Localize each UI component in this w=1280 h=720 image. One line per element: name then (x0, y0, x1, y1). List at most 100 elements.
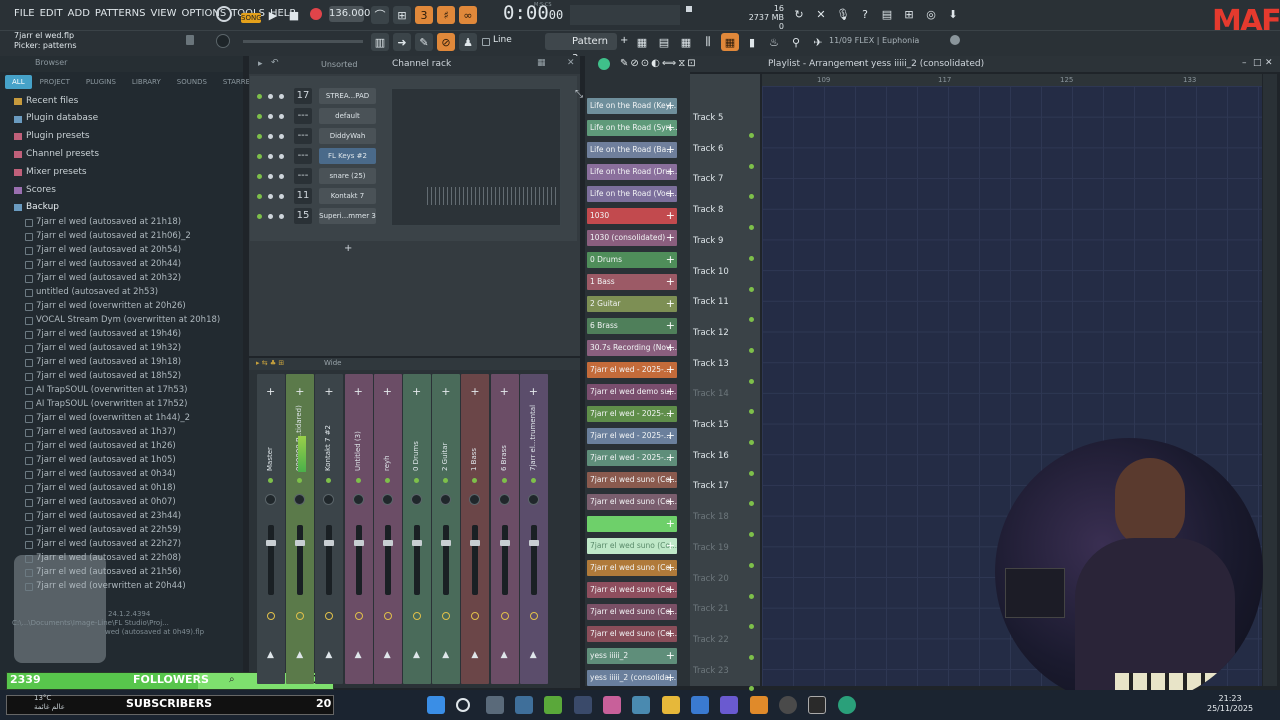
backup-file-item[interactable]: 7jarr el wed (autosaved at 0h34) (36, 469, 236, 479)
pattern-add-icon[interactable]: + (666, 120, 675, 136)
pattern-add-icon[interactable]: + (666, 626, 675, 642)
online-icon[interactable] (950, 35, 960, 45)
channel-solo-dot[interactable] (279, 194, 284, 199)
channel-mixer-track[interactable]: --- (294, 128, 312, 144)
channel-solo-dot[interactable] (279, 114, 284, 119)
pattern-song-toggle-icon[interactable] (216, 6, 232, 22)
track-enable-led[interactable] (749, 286, 754, 292)
channel-led[interactable] (257, 114, 262, 119)
pattern-item[interactable]: Life on the Road (Syn... + (587, 120, 677, 136)
step-edit-icon[interactable]: ♯ (437, 6, 455, 24)
mixer-add-icon[interactable]: + (470, 385, 479, 398)
backup-file-item[interactable]: 7jarr el wed (autosaved at 19h32) (36, 343, 236, 353)
mixer-route-arrow-icon[interactable]: ▲ (530, 650, 537, 660)
mixer-fader-cap[interactable] (470, 540, 481, 546)
playlist-tools-icons[interactable]: ✎⊘⊙◐⟺⧖⊡ (620, 58, 698, 69)
mixer-route-arrow-icon[interactable]: ▲ (471, 650, 478, 660)
pattern-add-icon[interactable]: + (666, 186, 675, 202)
mixer-route-arrow-icon[interactable]: ▲ (296, 650, 303, 660)
rack-swing-icon[interactable]: ↶ (271, 58, 279, 68)
channel-name-button[interactable]: STREA...PAD (319, 88, 376, 104)
backup-file-item[interactable]: 7jarr el wed (autosaved at 19h18) (36, 357, 236, 367)
backup-file-item[interactable]: 7jarr el wed (autosaved at 21h56) (36, 567, 236, 577)
mixer-route-arrow-icon[interactable]: ▲ (355, 650, 362, 660)
mixer-add-icon[interactable]: + (324, 385, 333, 398)
channel-name-button[interactable]: Kontakt 7 (319, 188, 376, 204)
search-taskbar-icon[interactable] (456, 698, 470, 712)
pattern-add-icon[interactable]: + (666, 582, 675, 598)
backup-file-item[interactable]: 7jarr el wed (autosaved at 1h05) (36, 455, 236, 465)
magnet-icon[interactable] (482, 38, 490, 46)
backup-file-item[interactable]: 7jarr el wed (autosaved at 19h46) (36, 329, 236, 339)
channel-mixer-track[interactable]: --- (294, 108, 312, 124)
discord-icon[interactable] (720, 696, 738, 714)
pattern-add-icon[interactable]: + (666, 142, 675, 158)
track-enable-led[interactable] (749, 593, 754, 599)
backup-file-item[interactable]: 7jarr el wed (autosaved at 21h06)_2 (36, 231, 236, 241)
mixer-pan-knob[interactable] (352, 494, 364, 505)
resize-arrow-icon[interactable]: ⤡ (575, 89, 583, 100)
mixer-route-icon[interactable] (500, 612, 509, 620)
mixer-fx-led[interactable] (355, 478, 361, 483)
pattern-selector[interactable]: Pattern 3 (545, 33, 617, 64)
backup-file-item[interactable]: 7jarr el wed (autosaved at 20h44) (36, 259, 236, 269)
track-name[interactable]: Track 11 (693, 297, 729, 307)
backup-file-item[interactable]: 7jarr el wed (autosaved at 20h32) (36, 273, 236, 283)
add-channel-button[interactable]: + (344, 243, 352, 254)
track-enable-led[interactable] (749, 378, 754, 384)
pattern-item[interactable]: 30.7s Recording (Nov... + (587, 340, 677, 356)
channel-mute-dot[interactable] (268, 134, 273, 139)
browser-tab-all[interactable]: ALL (5, 75, 32, 89)
pattern-item[interactable]: 0 Drums + (587, 252, 677, 268)
lock-icon[interactable] (186, 35, 194, 45)
channel-name-button[interactable]: DiddyWah (319, 128, 376, 144)
browser-category-scores[interactable]: Scores (26, 185, 56, 195)
track-name[interactable]: Track 9 (693, 236, 723, 246)
mixer-fader-track[interactable] (501, 525, 508, 595)
backup-file-item[interactable]: 7jarr el wed (autosaved at 18h52) (36, 371, 236, 381)
pattern-item[interactable]: 6 Brass + (587, 318, 677, 334)
browser-toggle-icon[interactable]: ▦ (721, 33, 739, 51)
track-name[interactable]: Track 20 (693, 574, 729, 584)
mixer-route-arrow-icon[interactable]: ▲ (501, 650, 508, 660)
mixer-route-icon[interactable] (267, 612, 275, 620)
mixer-add-icon[interactable]: + (266, 385, 275, 398)
pattern-item[interactable]: Life on the Road (Ba... + (587, 142, 677, 158)
pencil-icon[interactable]: ✎ (415, 33, 433, 51)
windows-start-icon[interactable] (427, 696, 445, 714)
pattern-add-icon[interactable]: + (666, 604, 675, 620)
channel-led[interactable] (257, 174, 262, 179)
stamp-icon[interactable]: ♟ (459, 33, 477, 51)
browser-category-backup[interactable]: Backup (26, 202, 59, 212)
mixer-fx-led[interactable] (384, 478, 390, 483)
track-name[interactable]: Track 19 (693, 543, 729, 553)
mixer-fader-cap[interactable] (266, 540, 276, 546)
pattern-add-icon[interactable]: + (666, 230, 675, 246)
stop-button[interactable]: ■ (285, 6, 303, 24)
playlist-icon[interactable]: ▦ (633, 33, 651, 51)
plugin-picker-icon[interactable]: ▮ (743, 33, 761, 51)
pattern-add-icon[interactable]: + (666, 318, 675, 334)
pattern-add-icon[interactable]: + (666, 252, 675, 268)
mixer-route-icon[interactable] (383, 612, 392, 620)
channel-mixer-track[interactable]: 15 (294, 208, 312, 224)
mixer-add-icon[interactable]: + (441, 385, 450, 398)
pattern-item[interactable]: 7jarr el wed suno (Co... + (587, 626, 677, 642)
mixer-fader-track[interactable] (414, 525, 420, 595)
channel-solo-dot[interactable] (279, 134, 284, 139)
backup-file-item[interactable]: 7jarr el wed (autosaved at 23h44) (36, 511, 236, 521)
channel-mixer-track[interactable]: --- (294, 148, 312, 164)
menu-patterns[interactable]: PATTERNS (95, 8, 146, 19)
pattern-add-icon[interactable]: + (666, 472, 675, 488)
pattern-add-icon[interactable]: + (666, 384, 675, 400)
pattern-item[interactable]: 7jarr el wed - 2025-... + (587, 450, 677, 466)
snap-selector[interactable]: Line (493, 35, 512, 45)
pattern-item[interactable]: + (587, 516, 677, 532)
rack-grid-icon[interactable]: ▦ (537, 58, 546, 68)
pattern-add-icon[interactable]: + (666, 560, 675, 576)
fx-icon[interactable]: ⚲ (787, 33, 805, 51)
browser-category-channel-presets[interactable]: Channel presets (26, 149, 99, 159)
pattern-item[interactable]: 2 Guitar + (587, 296, 677, 312)
backup-file-item[interactable]: 7jarr el wed (autosaved at 21h18) (36, 217, 236, 227)
backup-file-item[interactable]: 7jarr el wed (autosaved at 22h27) (36, 539, 236, 549)
